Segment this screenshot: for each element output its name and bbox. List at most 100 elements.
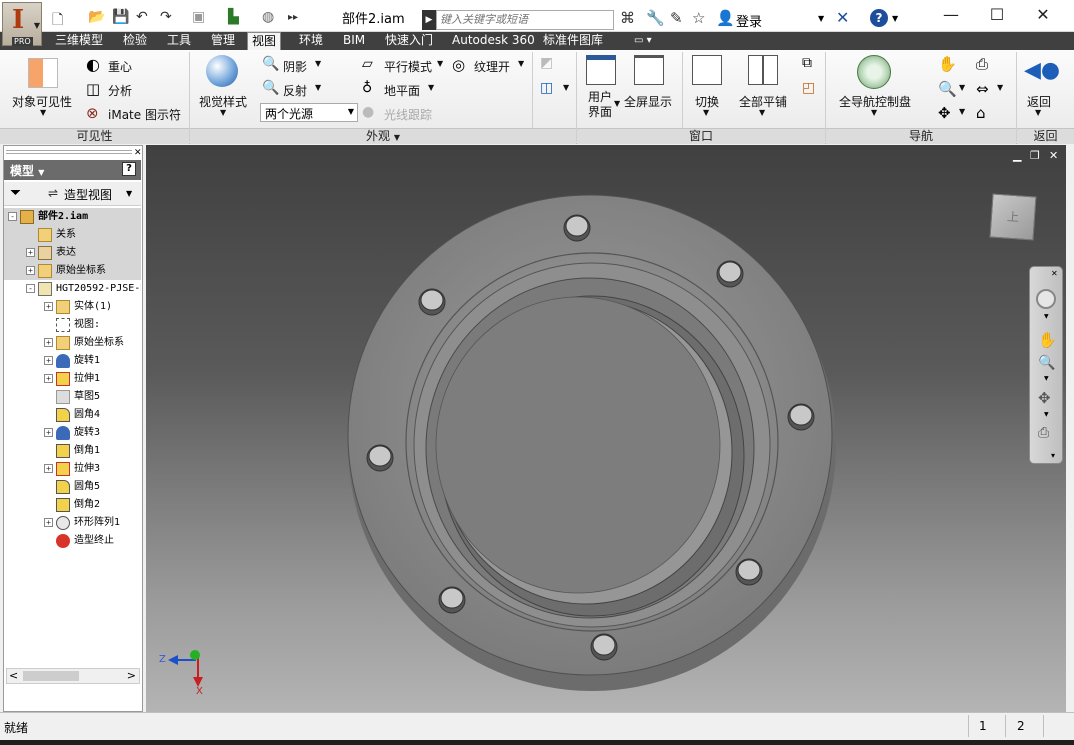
chevron-down-icon[interactable]: ▼	[614, 99, 620, 108]
tree-node[interactable]: 造型终止	[4, 532, 141, 550]
redo-icon[interactable]: ↷	[160, 9, 172, 25]
favorites-icon[interactable]: ☆	[692, 9, 705, 27]
zoom-all-icon[interactable]: ⇔	[976, 80, 989, 98]
help-icon[interactable]: ?	[870, 9, 888, 27]
tab-bim[interactable]: BIM	[343, 32, 365, 50]
browser-view-dropdown[interactable]: 造型视图	[64, 186, 112, 203]
ground-plane-icon[interactable]: ♁	[362, 80, 372, 96]
shadows-button[interactable]: 阴影	[283, 58, 307, 75]
close-icon[interactable]: ✕	[134, 148, 142, 158]
tree-node[interactable]: + 环形阵列1	[4, 514, 141, 532]
chevron-down-icon[interactable]: ▼	[315, 59, 321, 68]
chevron-down-icon[interactable]: ▼	[315, 83, 321, 92]
look-at-icon[interactable]: ⎙	[1038, 425, 1049, 441]
return-icon[interactable]: ◀●	[1024, 58, 1060, 83]
tab-getting-started[interactable]: 快速入门	[385, 32, 433, 50]
orthographic-button[interactable]: 平行模式	[384, 58, 432, 75]
chevron-down-icon[interactable]: ▼	[220, 108, 226, 117]
tree-node[interactable]: + 原始坐标系	[4, 334, 141, 352]
material-icon[interactable]: ◍	[262, 9, 274, 25]
chevron-down-icon[interactable]: ▼	[428, 83, 434, 92]
expand-icon[interactable]: +	[44, 374, 53, 383]
tree-node[interactable]: 倒角1	[4, 442, 141, 460]
analysis-icon[interactable]: ◫	[86, 80, 100, 98]
browser-horizontal-scrollbar[interactable]: < >	[6, 668, 140, 684]
fullscreen-button[interactable]: 全屏显示	[624, 93, 672, 110]
search-input[interactable]	[436, 10, 614, 30]
visual-style-icon[interactable]	[206, 55, 238, 87]
tree-node[interactable]: - HGT20592-PJSE-R	[4, 280, 141, 298]
tree-node[interactable]: + 旋转3	[4, 424, 141, 442]
help-icon[interactable]: ?	[122, 162, 136, 176]
pan-icon[interactable]: ✋	[1038, 331, 1057, 349]
navbar-options-icon[interactable]: ▾	[1051, 451, 1055, 460]
tree-node[interactable]: - 部件2.iam	[4, 208, 141, 226]
search-toggle[interactable]: ▶	[422, 10, 436, 30]
tab-environments[interactable]: 环境	[299, 32, 323, 50]
chevron-down-icon[interactable]: ▼	[997, 83, 1003, 92]
user-interface-icon[interactable]	[586, 55, 616, 85]
scroll-thumb[interactable]	[23, 671, 79, 681]
expand-icon[interactable]: +	[26, 248, 35, 257]
tab-3d-model[interactable]: 三维模型	[55, 32, 103, 50]
filter-icon[interactable]: ⏷	[10, 185, 21, 201]
tree-node[interactable]: + 旋转1	[4, 352, 141, 370]
viewport-restore-icon[interactable]: ❐	[1030, 149, 1040, 162]
orbit-icon[interactable]: ✥	[938, 104, 951, 122]
expand-icon[interactable]: +	[26, 266, 35, 275]
orthographic-icon[interactable]: ▱	[362, 56, 373, 72]
maximize-button[interactable]: ☐	[974, 4, 1020, 28]
imate-icon[interactable]: ⊗	[86, 104, 99, 122]
expand-icon[interactable]: +	[44, 338, 53, 347]
user-interface-button[interactable]: 用户界面	[588, 90, 614, 120]
tree-node[interactable]: 倒角2	[4, 496, 141, 514]
reflections-icon[interactable]: 🔍	[262, 80, 279, 96]
exchange-icon[interactable]: ✕	[836, 8, 849, 27]
scroll-right-icon[interactable]: >	[127, 669, 136, 682]
undo-icon[interactable]: ↶	[136, 9, 148, 25]
scroll-left-icon[interactable]: <	[9, 669, 18, 682]
chevron-down-icon[interactable]: ▼	[892, 14, 898, 23]
subscription-icon[interactable]: ✎	[670, 9, 683, 27]
half-section-icon[interactable]: ◫	[540, 80, 553, 96]
center-of-gravity-icon[interactable]: ◐	[86, 55, 100, 74]
navigation-wheel-icon[interactable]	[857, 55, 891, 89]
chevron-down-icon[interactable]: ▼	[759, 108, 765, 117]
viewport-minimize-icon[interactable]: ▁	[1013, 149, 1021, 162]
object-visibility-icon[interactable]	[28, 58, 58, 88]
expand-icon[interactable]: +	[44, 518, 53, 527]
reflections-button[interactable]: 反射	[283, 82, 307, 99]
center-of-gravity-button[interactable]: 重心	[108, 58, 132, 75]
close-icon[interactable]: ✕	[1051, 269, 1058, 278]
zoom-icon[interactable]: 🔍	[1038, 355, 1055, 371]
expand-icon[interactable]: +	[44, 464, 53, 473]
chevron-down-icon[interactable]: ▼	[563, 83, 569, 92]
chevron-down-icon[interactable]: ▼	[437, 59, 443, 68]
tab-standard-library[interactable]: 标准件图库	[543, 32, 603, 50]
tree-node[interactable]: + 实体(1)	[4, 298, 141, 316]
tile-all-icon[interactable]	[748, 55, 778, 85]
tree-node[interactable]: 视图:	[4, 316, 141, 334]
chevron-down-icon[interactable]: ▼	[703, 108, 709, 117]
flange-model[interactable]	[146, 145, 1066, 712]
tree-node[interactable]: + 表达	[4, 244, 141, 262]
ground-plane-button[interactable]: 地平面	[384, 82, 420, 99]
switch-windows-icon[interactable]	[692, 55, 722, 85]
tools-icon[interactable]: 🔧	[646, 9, 665, 27]
tree-node[interactable]: 草图5	[4, 388, 141, 406]
pan-icon[interactable]: ✋	[938, 55, 957, 73]
viewcube[interactable]: 上	[989, 193, 1037, 241]
analysis-button[interactable]: 分析	[108, 82, 132, 99]
steering-wheel-icon[interactable]	[1036, 289, 1056, 309]
browser-grip[interactable]	[6, 150, 132, 154]
ribbon-minimize-icon[interactable]: ▭ ▾	[634, 32, 652, 50]
print-icon[interactable]: ▣	[192, 9, 205, 25]
save-icon[interactable]: 💾	[112, 9, 129, 25]
lighting-style-select[interactable]: 两个光源 ▼	[260, 103, 358, 122]
chevron-down-icon[interactable]: ▼	[1044, 375, 1049, 382]
new-window-icon[interactable]: ◰	[802, 80, 815, 96]
shadows-icon[interactable]: 🔍	[262, 56, 279, 72]
tab-autodesk-360[interactable]: Autodesk 360	[452, 32, 535, 50]
home-view-icon[interactable]: ⌂	[976, 104, 986, 122]
open-file-icon[interactable]: 📂	[88, 9, 105, 25]
